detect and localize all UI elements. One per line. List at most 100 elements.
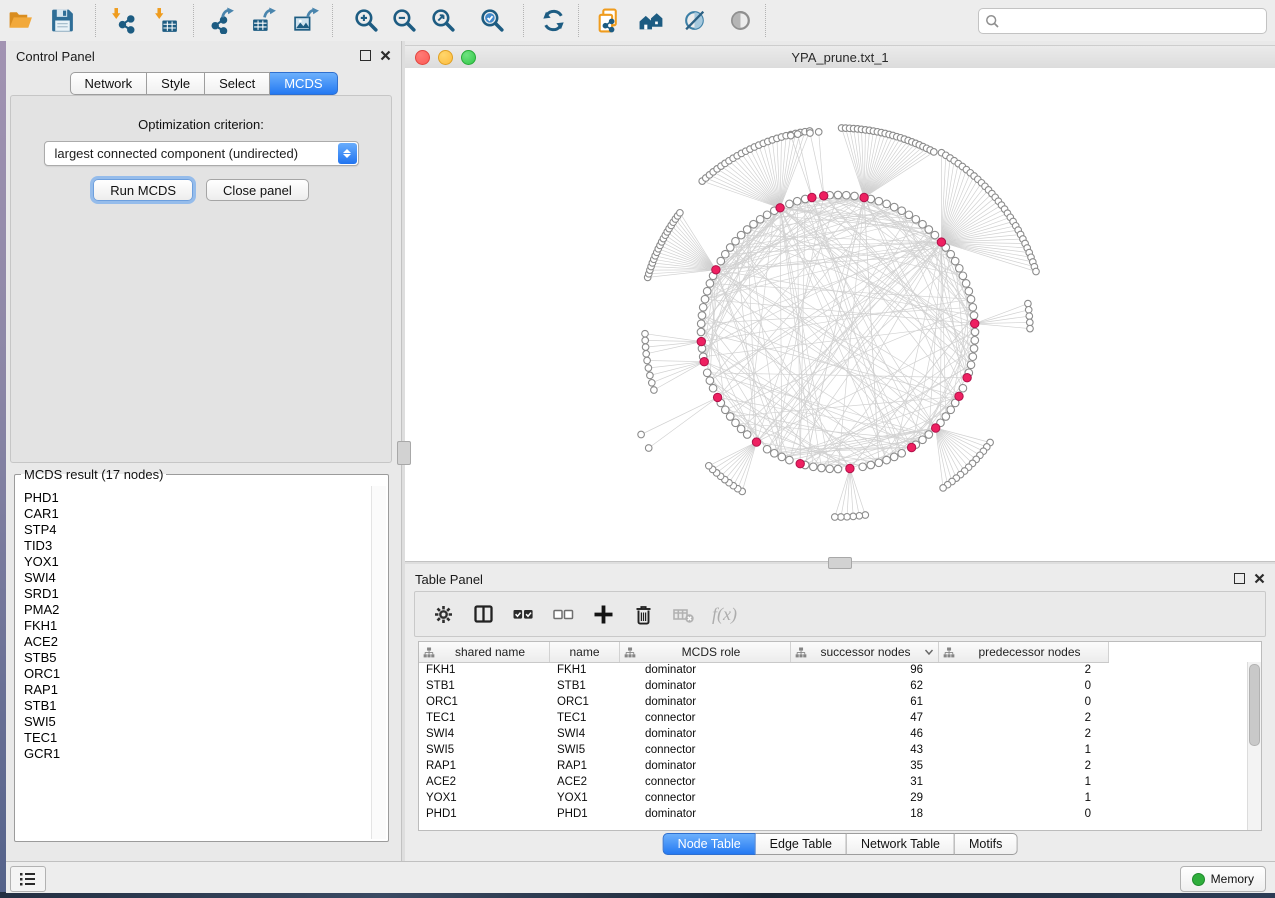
mcds-result-item[interactable]: SRD1 — [24, 586, 372, 602]
close-panel-icon[interactable] — [380, 50, 391, 61]
table-cell[interactable]: 43 — [791, 742, 939, 758]
show-panels-list-button[interactable] — [10, 866, 46, 892]
table-cell[interactable]: 0 — [939, 806, 1109, 822]
close-table-panel-icon[interactable] — [1254, 573, 1265, 584]
mcds-result-item[interactable]: STB5 — [24, 650, 372, 666]
table-cell[interactable]: SWI4 — [419, 726, 550, 742]
mcds-result-item[interactable]: PMA2 — [24, 602, 372, 618]
table-cell[interactable]: dominator — [620, 806, 791, 822]
table-cell[interactable]: TEC1 — [550, 710, 620, 726]
table-cell[interactable]: PHD1 — [419, 806, 550, 822]
column-header-successor-nodes[interactable]: successor nodes — [791, 642, 939, 662]
table-cell[interactable]: RAP1 — [550, 758, 620, 774]
table-row[interactable]: SWI5SWI5connector431 — [419, 742, 1248, 758]
table-cell[interactable]: ORC1 — [419, 694, 550, 710]
column-header-predecessor-nodes[interactable]: predecessor nodes — [939, 642, 1109, 662]
table-row[interactable]: FKH1FKH1dominator962 — [419, 662, 1248, 678]
zoom-out-icon[interactable] — [391, 7, 418, 34]
table-cell[interactable]: 1 — [939, 774, 1109, 790]
mcds-result-item[interactable]: ACE2 — [24, 634, 372, 650]
node-table-scrollbar[interactable] — [1247, 662, 1261, 830]
table-tab-node-table[interactable]: Node Table — [663, 833, 756, 855]
close-panel-button[interactable]: Close panel — [206, 179, 309, 201]
table-cell[interactable]: PHD1 — [550, 806, 620, 822]
table-cell[interactable]: ORC1 — [550, 694, 620, 710]
table-cell[interactable]: YOX1 — [550, 790, 620, 806]
table-cell[interactable]: connector — [620, 742, 791, 758]
control-tab-network[interactable]: Network — [69, 72, 147, 95]
column-header-name[interactable]: name — [550, 642, 620, 662]
table-row[interactable]: ORC1ORC1dominator610 — [419, 694, 1248, 710]
table-tab-motifs[interactable]: Motifs — [955, 833, 1017, 855]
table-cell[interactable]: 0 — [939, 678, 1109, 694]
mcds-result-item[interactable]: YOX1 — [24, 554, 372, 570]
import-network-icon[interactable] — [110, 7, 137, 34]
table-cell[interactable]: 47 — [791, 710, 939, 726]
table-cell[interactable]: ACE2 — [550, 774, 620, 790]
table-mode-gear-icon[interactable] — [432, 603, 455, 626]
table-row[interactable]: ACE2ACE2connector311 — [419, 774, 1248, 790]
table-cell[interactable]: dominator — [620, 678, 791, 694]
table-cell[interactable]: SWI5 — [550, 742, 620, 758]
mcds-result-item[interactable]: RAP1 — [24, 682, 372, 698]
export-image-icon[interactable] — [293, 7, 320, 34]
optimization-criterion-dropdown[interactable]: largest connected component (undirected) — [44, 141, 359, 166]
mcds-result-item[interactable]: CAR1 — [24, 506, 372, 522]
network-canvas[interactable] — [405, 68, 1275, 561]
memory-button[interactable]: Memory — [1180, 866, 1266, 892]
delete-column-icon[interactable] — [632, 603, 655, 626]
table-cell[interactable]: connector — [620, 774, 791, 790]
table-cell[interactable]: 29 — [791, 790, 939, 806]
table-cell[interactable]: TEC1 — [419, 710, 550, 726]
table-cell[interactable]: RAP1 — [419, 758, 550, 774]
table-row[interactable]: SWI4SWI4dominator462 — [419, 726, 1248, 742]
table-cell[interactable]: dominator — [620, 694, 791, 710]
show-all-networks-icon[interactable] — [638, 7, 665, 34]
table-tab-network-table[interactable]: Network Table — [847, 833, 955, 855]
create-column-icon[interactable] — [592, 603, 615, 626]
mcds-result-list[interactable]: PHD1CAR1STP4TID3YOX1SWI4SRD1PMA2FKH1ACE2… — [17, 486, 372, 839]
select-all-rows-icon[interactable] — [512, 603, 535, 626]
table-cell[interactable]: 2 — [939, 726, 1109, 742]
export-network-icon[interactable] — [209, 7, 236, 34]
table-cell[interactable]: 31 — [791, 774, 939, 790]
control-tab-style[interactable]: Style — [147, 72, 205, 95]
table-cell[interactable]: 18 — [791, 806, 939, 822]
table-cell[interactable]: dominator — [620, 758, 791, 774]
float-table-panel-icon[interactable] — [1234, 573, 1245, 584]
column-header-shared-name[interactable]: shared name — [419, 642, 550, 662]
node-table-scrollbar-thumb[interactable] — [1249, 664, 1260, 746]
mcds-result-item[interactable]: GCR1 — [24, 746, 372, 762]
table-cell[interactable]: 1 — [939, 790, 1109, 806]
table-cell[interactable]: FKH1 — [550, 662, 620, 678]
import-table-icon[interactable] — [153, 7, 180, 34]
show-columns-icon[interactable] — [472, 603, 495, 626]
zoom-selected-icon[interactable] — [479, 7, 506, 34]
mcds-result-item[interactable]: STP4 — [24, 522, 372, 538]
export-table-icon[interactable] — [251, 7, 278, 34]
table-tab-edge-table[interactable]: Edge Table — [756, 833, 847, 855]
table-cell[interactable]: 1 — [939, 742, 1109, 758]
open-file-icon[interactable] — [7, 7, 34, 34]
mcds-result-item[interactable]: SWI4 — [24, 570, 372, 586]
network-graph[interactable] — [405, 68, 1275, 561]
control-tab-select[interactable]: Select — [205, 72, 270, 95]
hide-graphics-details-icon[interactable] — [682, 7, 709, 34]
table-row[interactable]: STB1STB1dominator620 — [419, 678, 1248, 694]
horizontal-splitter-handle[interactable] — [828, 557, 852, 569]
table-cell[interactable]: 0 — [939, 694, 1109, 710]
zoom-in-icon[interactable] — [353, 7, 380, 34]
table-cell[interactable]: 2 — [939, 662, 1109, 678]
table-cell[interactable]: 2 — [939, 710, 1109, 726]
table-cell[interactable]: connector — [620, 710, 791, 726]
table-cell[interactable]: ACE2 — [419, 774, 550, 790]
table-cell[interactable]: connector — [620, 790, 791, 806]
search-input[interactable] — [1000, 11, 1266, 31]
table-row[interactable]: PHD1PHD1dominator180 — [419, 806, 1248, 822]
float-panel-icon[interactable] — [360, 50, 371, 61]
vertical-splitter-handle[interactable] — [397, 441, 411, 465]
table-cell[interactable]: 96 — [791, 662, 939, 678]
search-box[interactable] — [978, 8, 1267, 34]
mcds-result-item[interactable]: TEC1 — [24, 730, 372, 746]
network-window-titlebar[interactable]: YPA_prune.txt_1 — [405, 45, 1275, 69]
